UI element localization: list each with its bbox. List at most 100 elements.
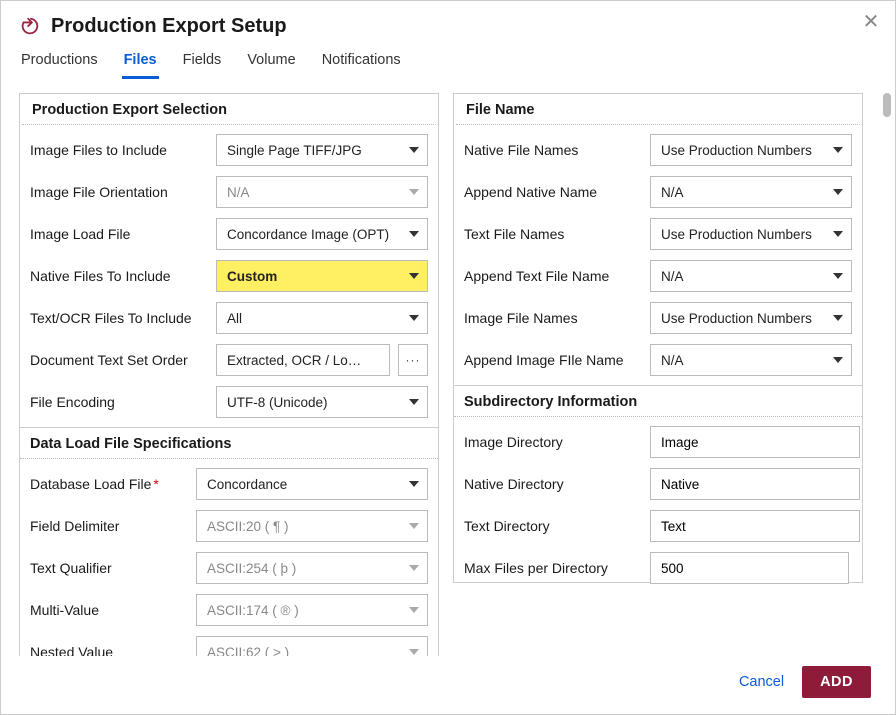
row-text-ocr-include: Text/OCR Files To Include All <box>26 297 432 339</box>
row-append-image: Append Image FIle Name N/A <box>460 339 856 381</box>
input-image-dir[interactable] <box>650 426 860 458</box>
label-native-files-include: Native Files To Include <box>30 268 208 284</box>
section-file-name: Native File Names Use Production Numbers… <box>454 125 862 385</box>
chevron-down-icon <box>409 315 419 321</box>
input-max-files[interactable] <box>650 552 849 584</box>
row-nested-val: Nested Value ASCII:62 ( > ) <box>26 631 432 656</box>
select-multi-val: ASCII:174 ( ® ) <box>196 594 428 626</box>
select-native-file-names[interactable]: Use Production Numbers <box>650 134 852 166</box>
doc-text-order-more-button[interactable]: ··· <box>398 344 428 376</box>
display-doc-text-order: Extracted, OCR / Loaded <box>216 344 390 376</box>
label-doc-text-order: Document Text Set Order <box>30 352 208 368</box>
label-image-dir: Image Directory <box>464 434 642 450</box>
row-file-encoding: File Encoding UTF-8 (Unicode) <box>26 381 432 423</box>
section-title-subdir: Subdirectory Information <box>454 385 862 417</box>
label-native-file-names: Native File Names <box>464 142 642 158</box>
tab-volume[interactable]: Volume <box>245 48 297 79</box>
select-image-file-names[interactable]: Use Production Numbers <box>650 302 852 334</box>
label-text-qual: Text Qualifier <box>30 560 188 576</box>
chevron-down-icon <box>409 399 419 405</box>
chevron-down-icon <box>409 481 419 487</box>
row-max-files: Max Files per Directory <box>460 547 856 589</box>
label-field-delim: Field Delimiter <box>30 518 188 534</box>
chevron-down-icon <box>409 649 419 655</box>
row-image-files-include: Image Files to Include Single Page TIFF/… <box>26 129 432 171</box>
label-append-text: Append Text File Name <box>464 268 642 284</box>
row-image-orientation: Image File Orientation N/A <box>26 171 432 213</box>
label-max-files: Max Files per Directory <box>464 560 642 576</box>
row-native-dir: Native Directory <box>460 463 856 505</box>
dialog: Production Export Setup ✕ Productions Fi… <box>0 0 896 715</box>
row-field-delim: Field Delimiter ASCII:20 ( ¶ ) <box>26 505 432 547</box>
select-field-delim: ASCII:20 ( ¶ ) <box>196 510 428 542</box>
select-image-files-include[interactable]: Single Page TIFF/JPG <box>216 134 428 166</box>
label-text-dir: Text Directory <box>464 518 642 534</box>
select-db-load-file[interactable]: Concordance <box>196 468 428 500</box>
select-append-text[interactable]: N/A <box>650 260 852 292</box>
right-panel: File Name Native File Names Use Producti… <box>453 93 863 583</box>
select-text-qual: ASCII:254 ( þ ) <box>196 552 428 584</box>
row-native-files-include: Native Files To Include Custom <box>26 255 432 297</box>
section-subdir: Image Directory Native Directory Text Di… <box>454 417 862 593</box>
section-prod-export: Image Files to Include Single Page TIFF/… <box>20 125 438 427</box>
select-file-encoding[interactable]: UTF-8 (Unicode) <box>216 386 428 418</box>
dialog-title: Production Export Setup <box>51 15 287 38</box>
chevron-down-icon <box>409 189 419 195</box>
label-append-image: Append Image FIle Name <box>464 352 642 368</box>
chevron-down-icon <box>409 565 419 571</box>
section-title-prod-export: Production Export Selection <box>22 94 436 125</box>
label-image-orientation: Image File Orientation <box>30 184 208 200</box>
select-text-ocr-include[interactable]: All <box>216 302 428 334</box>
chevron-down-icon <box>833 357 843 363</box>
left-panel: Production Export Selection Image Files … <box>19 93 439 656</box>
select-append-native[interactable]: N/A <box>650 176 852 208</box>
select-nested-val: ASCII:62 ( > ) <box>196 636 428 656</box>
row-append-native: Append Native Name N/A <box>460 171 856 213</box>
label-file-encoding: File Encoding <box>30 394 208 410</box>
row-db-load-file: Database Load File* Concordance <box>26 463 432 505</box>
select-native-files-include[interactable]: Custom <box>216 260 428 292</box>
select-image-load-file[interactable]: Concordance Image (OPT) <box>216 218 428 250</box>
select-image-orientation: N/A <box>216 176 428 208</box>
add-button[interactable]: ADD <box>802 666 871 698</box>
section-title-file-name: File Name <box>456 94 860 125</box>
row-image-load-file: Image Load File Concordance Image (OPT) <box>26 213 432 255</box>
chevron-down-icon <box>409 273 419 279</box>
row-text-dir: Text Directory <box>460 505 856 547</box>
close-button[interactable]: ✕ <box>859 9 883 33</box>
required-mark: * <box>153 476 158 492</box>
chevron-down-icon <box>833 189 843 195</box>
chevron-down-icon <box>833 315 843 321</box>
chevron-down-icon <box>409 231 419 237</box>
label-image-load-file: Image Load File <box>30 226 208 242</box>
section-dlf: Database Load File* Concordance Field De… <box>20 459 438 656</box>
chevron-down-icon <box>833 273 843 279</box>
scrollbar[interactable] <box>883 93 891 117</box>
select-text-file-names[interactable]: Use Production Numbers <box>650 218 852 250</box>
tab-notifications[interactable]: Notifications <box>320 48 403 79</box>
dialog-header: Production Export Setup ✕ <box>1 1 895 48</box>
input-native-dir[interactable] <box>650 468 860 500</box>
dialog-footer: Cancel ADD <box>1 656 895 714</box>
label-image-file-names: Image File Names <box>464 310 642 326</box>
chevron-down-icon <box>833 231 843 237</box>
label-nested-val: Nested Value <box>30 644 188 656</box>
input-text-dir[interactable] <box>650 510 860 542</box>
chevron-down-icon <box>409 607 419 613</box>
label-image-files-include: Image Files to Include <box>30 142 208 158</box>
label-native-dir: Native Directory <box>464 476 642 492</box>
label-append-native: Append Native Name <box>464 184 642 200</box>
row-multi-val: Multi-Value ASCII:174 ( ® ) <box>26 589 432 631</box>
row-append-text: Append Text File Name N/A <box>460 255 856 297</box>
label-text-ocr-include: Text/OCR Files To Include <box>30 310 208 326</box>
cancel-button[interactable]: Cancel <box>739 674 784 690</box>
chevron-down-icon <box>833 147 843 153</box>
tab-fields[interactable]: Fields <box>181 48 224 79</box>
tabs: Productions Files Fields Volume Notifica… <box>1 48 895 79</box>
select-append-image[interactable]: N/A <box>650 344 852 376</box>
chevron-down-icon <box>409 523 419 529</box>
label-text-file-names: Text File Names <box>464 226 642 242</box>
tab-files[interactable]: Files <box>122 48 159 79</box>
label-db-load-file: Database Load File* <box>30 476 188 492</box>
tab-productions[interactable]: Productions <box>19 48 100 79</box>
